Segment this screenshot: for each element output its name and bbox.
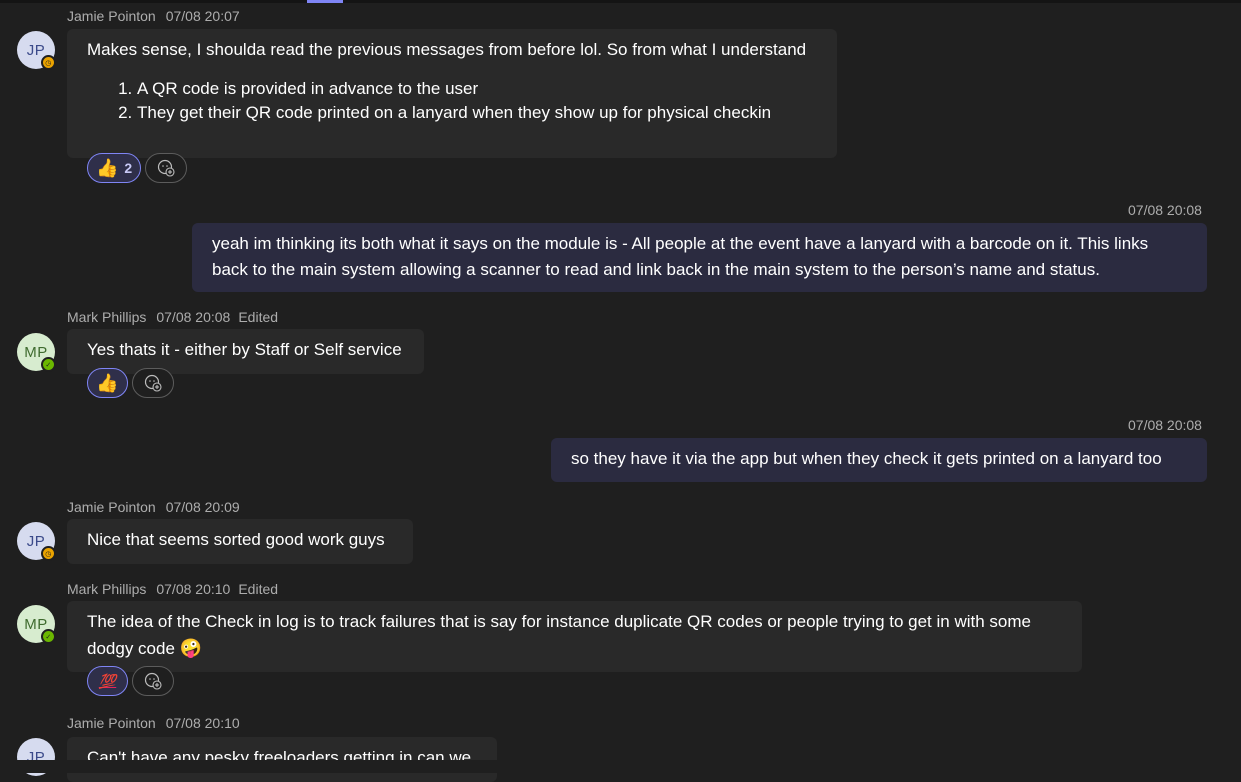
message-text: Nice that seems sorted good work guys <box>87 530 385 549</box>
message-timestamp: 07/08 20:08 <box>1128 202 1202 218</box>
avatar-initials: JP <box>26 41 46 59</box>
message-timestamp: 07/08 20:07 <box>165 8 240 24</box>
author-name: Mark Phillips <box>67 309 147 325</box>
reaction-bar: 💯 <box>87 666 174 696</box>
status-away-icon: ◷ <box>41 546 56 561</box>
edited-label: Edited <box>238 581 279 597</box>
reaction-bar: 👍 2 <box>87 153 188 183</box>
add-reaction-button[interactable] <box>132 368 174 398</box>
thumbs-up-icon: 👍 <box>96 157 119 178</box>
add-reaction-icon <box>144 374 162 392</box>
message-header: Jamie Pointon 07/08 20:10 <box>67 715 248 731</box>
list-item: A QR code is provided in advance to the … <box>137 77 817 101</box>
message-bubble[interactable]: Makes sense, I shoulda read the previous… <box>67 29 837 158</box>
reaction-hundred-points[interactable]: 💯 <box>87 666 128 696</box>
avatar[interactable]: JP ◷ <box>17 31 56 70</box>
reaction-thumbs-up[interactable]: 👍 2 <box>87 153 142 183</box>
thumbs-up-icon: 👍 <box>96 372 119 393</box>
add-reaction-icon <box>158 159 175 177</box>
message-bubble[interactable]: Nice that seems sorted good work guys <box>67 519 413 564</box>
message-header: Mark Phillips 07/08 20:10 Edited <box>67 581 288 597</box>
message-header: Mark Phillips 07/08 20:08 Edited <box>67 309 288 325</box>
top-divider <box>0 0 1241 3</box>
status-available-icon: ✓ <box>41 629 56 644</box>
reaction-count: 2 <box>124 160 133 176</box>
message-timestamp: 07/08 20:10 <box>156 581 231 597</box>
reaction-bar: 👍 <box>87 368 174 398</box>
avatar[interactable]: MP ✓ <box>17 333 56 372</box>
avatar-initials: JP <box>26 532 46 550</box>
add-reaction-button[interactable] <box>145 153 188 183</box>
message-header: Jamie Pointon 07/08 20:07 <box>67 8 248 24</box>
author-name: Jamie Pointon <box>67 499 156 515</box>
message-text: The idea of the Check in log is to track… <box>87 612 1031 658</box>
message-timestamp: 07/08 20:08 <box>156 309 231 325</box>
message-text: so they have it via the app but when the… <box>571 449 1162 468</box>
status-away-icon: ◷ <box>41 55 56 70</box>
author-name: Jamie Pointon <box>67 715 156 731</box>
message-timestamp: 07/08 20:08 <box>1128 417 1202 433</box>
message-text: yeah im thinking its both what it says o… <box>212 234 1149 279</box>
list-item: They get their QR code printed on a lany… <box>137 101 817 125</box>
zany-face-emoji: 🤪 <box>179 638 203 658</box>
message-text: Makes sense, I shoulda read the previous… <box>87 40 807 59</box>
message-text: Yes thats it - either by Staff or Self s… <box>87 340 402 359</box>
active-tab-indicator <box>307 0 343 3</box>
author-name: Mark Phillips <box>67 581 147 597</box>
avatar[interactable]: MP ✓ <box>17 605 56 644</box>
reaction-thumbs-up[interactable]: 👍 <box>87 368 128 398</box>
add-reaction-button[interactable] <box>132 666 174 696</box>
message-bubble[interactable]: The idea of the Check in log is to track… <box>67 601 1082 672</box>
message-bubble-self[interactable]: so they have it via the app but when the… <box>551 438 1207 482</box>
message-timestamp: 07/08 20:09 <box>165 499 240 515</box>
edited-label: Edited <box>238 309 279 325</box>
hundred-points-icon: 💯 <box>98 672 117 689</box>
message-list: A QR code is provided in advance to the … <box>87 77 817 125</box>
avatar[interactable]: JP ◷ <box>17 522 56 561</box>
message-bubble-self[interactable]: yeah im thinking its both what it says o… <box>192 223 1207 292</box>
message-header: Jamie Pointon 07/08 20:09 <box>67 499 248 515</box>
viewport-bottom-edge <box>0 760 1241 773</box>
author-name: Jamie Pointon <box>67 8 156 24</box>
status-available-icon: ✓ <box>41 357 56 372</box>
add-reaction-icon <box>144 672 162 690</box>
message-timestamp: 07/08 20:10 <box>165 715 240 731</box>
